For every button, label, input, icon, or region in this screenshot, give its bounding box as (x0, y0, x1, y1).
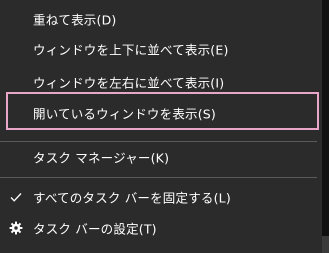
menu-item-label: 開いているウィンドウを表示(S) (33, 106, 217, 122)
checkmark-icon (10, 193, 22, 202)
menu-item-label: 重ねて表示(D) (33, 12, 117, 28)
menu-item-stack-windows[interactable]: ウィンドウを上下に並べて表示(E) (0, 34, 322, 64)
taskbar-context-menu: 重ねて表示(D) ウィンドウを上下に並べて表示(E) ウィンドウを左右に並べて表… (0, 0, 322, 253)
menu-item-task-manager[interactable]: タスク マネージャー(K) (0, 142, 322, 172)
menu-item-taskbar-settings[interactable]: タスク バーの設定(T) (0, 213, 322, 243)
window-edge (322, 0, 329, 253)
gear-icon (9, 221, 23, 235)
menu-item-label: タスク マネージャー(K) (33, 150, 170, 166)
menu-separator (0, 177, 317, 178)
menu-item-cascade-windows[interactable]: 重ねて表示(D) (0, 4, 322, 34)
menu-item-label: ウィンドウを上下に並べて表示(E) (33, 42, 229, 58)
menu-item-show-desktop-windows[interactable]: 開いているウィンドウを表示(S) (0, 98, 322, 128)
menu-item-label: ウィンドウを左右に並べて表示(I) (33, 75, 225, 91)
menu-item-label: タスク バーの設定(T) (33, 221, 157, 237)
menu-item-lock-taskbars[interactable]: すべてのタスク バーを固定する(L) (0, 182, 322, 212)
scrollbar-thumb (322, 236, 329, 253)
menu-item-label: すべてのタスク バーを固定する(L) (33, 190, 231, 206)
